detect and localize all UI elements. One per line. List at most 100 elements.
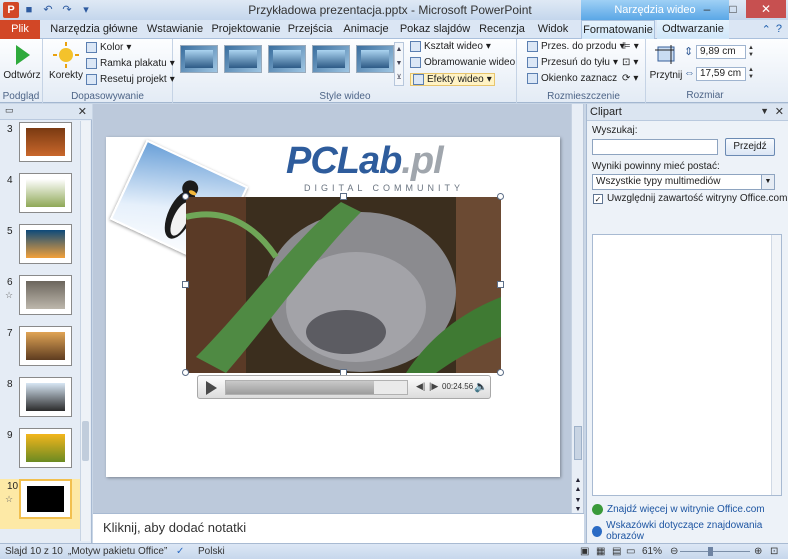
- resize-handle-ne[interactable]: [497, 193, 504, 200]
- zoom-in-icon[interactable]: ⊕: [754, 546, 762, 557]
- width-field[interactable]: 17,59 cm: [696, 67, 746, 81]
- theme-name[interactable]: „Motyw pakietu Office”: [68, 546, 167, 557]
- video-progress-bar[interactable]: [225, 380, 408, 395]
- hints-link[interactable]: Wskazówki dotyczące znajdowania obrazów: [592, 520, 788, 542]
- slide-scrollbar[interactable]: ▲ ▲ ▼ ▼: [571, 104, 583, 513]
- resize-handle-e[interactable]: [497, 281, 504, 288]
- minimize-button[interactable]: –: [694, 0, 720, 18]
- slide-scroll-thumb[interactable]: [574, 426, 582, 460]
- resize-handle-nw[interactable]: [182, 193, 189, 200]
- prev-slide-icon[interactable]: ▲ ▲: [573, 476, 583, 494]
- tab-home[interactable]: Narzędzia główne: [48, 20, 140, 39]
- language-indicator[interactable]: Polski: [198, 546, 225, 557]
- resize-handle-n[interactable]: [340, 193, 347, 200]
- undo-icon[interactable]: ↶: [41, 3, 55, 17]
- minimize-ribbon-icon[interactable]: ⌃: [762, 23, 771, 36]
- rotate-button[interactable]: ⟳ ▾: [622, 73, 638, 84]
- resize-handle-se[interactable]: [497, 369, 504, 376]
- tab-transitions[interactable]: Przejścia: [284, 20, 336, 39]
- play-button[interactable]: Odtwórz: [2, 42, 42, 81]
- zoom-slider[interactable]: [680, 551, 750, 552]
- chevron-down-icon: ▼: [761, 175, 774, 189]
- include-office-checkbox[interactable]: ✓: [593, 194, 603, 204]
- slide-thumbnail[interactable]: 6 ☆: [0, 275, 80, 325]
- slide-thumbnail[interactable]: 9: [0, 428, 80, 478]
- clipart-title: Clipart: [590, 106, 622, 118]
- slide-thumbnail[interactable]: 7: [0, 326, 80, 376]
- results-scrollbar[interactable]: [771, 235, 781, 495]
- video-style-5[interactable]: [356, 45, 394, 73]
- crop-button[interactable]: Przytnij: [648, 42, 684, 81]
- poster-frame-button[interactable]: Ramka plakatu ▾: [86, 58, 175, 69]
- reset-design-button[interactable]: Resetuj projekt ▾: [86, 74, 175, 85]
- save-icon[interactable]: ■: [22, 3, 36, 17]
- spellcheck-icon[interactable]: ✓: [176, 546, 184, 557]
- close-clipart-icon[interactable]: ✕: [775, 105, 784, 118]
- video-style-1[interactable]: [180, 45, 218, 73]
- tab-animations[interactable]: Animacje: [338, 20, 394, 39]
- reading-view-icon[interactable]: ▤: [612, 546, 621, 557]
- zoom-level[interactable]: 61%: [642, 546, 662, 557]
- video-style-4[interactable]: [312, 45, 350, 73]
- gallery-scroll[interactable]: ▲ ▼ ⊻: [394, 42, 404, 86]
- align-button[interactable]: ⊫ ▾: [622, 41, 639, 52]
- normal-view-icon[interactable]: ▣: [580, 546, 589, 557]
- maximize-button[interactable]: □: [720, 0, 746, 18]
- tab-view[interactable]: Widok: [530, 20, 576, 39]
- video-play-icon[interactable]: [206, 381, 217, 395]
- next-slide-icon[interactable]: ▼ ▼: [573, 496, 583, 514]
- slide-thumbnail[interactable]: 4: [0, 173, 80, 223]
- tab-review[interactable]: Recenzja: [476, 20, 528, 39]
- zoom-slider-thumb[interactable]: [708, 547, 713, 556]
- selection-pane-button[interactable]: Okienko zaznacz: [527, 73, 617, 84]
- video-style-3[interactable]: [268, 45, 306, 73]
- customize-qat-icon[interactable]: ▾: [79, 3, 93, 17]
- redo-icon[interactable]: ↷: [60, 3, 74, 17]
- slide-thumbnail[interactable]: 5: [0, 224, 80, 274]
- help-icon[interactable]: ?: [776, 23, 782, 36]
- video-border-button[interactable]: Obramowanie wideo: [410, 57, 515, 68]
- width-spinner[interactable]: ▲ ▼: [747, 67, 755, 81]
- step-forward-icon[interactable]: |▶: [429, 381, 438, 392]
- send-backward-button[interactable]: Przesuń do tyłu ▾: [527, 57, 618, 68]
- tab-playback[interactable]: Odtwarzanie: [657, 20, 729, 39]
- find-more-link[interactable]: Znajdź więcej w witrynie Office.com: [592, 504, 765, 515]
- volume-icon[interactable]: 🔈: [474, 380, 488, 393]
- slides-scrollbar[interactable]: [80, 121, 90, 541]
- video-object[interactable]: [186, 197, 501, 373]
- slide-thumbnail[interactable]: 3: [0, 122, 80, 172]
- slide-thumbnail[interactable]: 10 ☆: [0, 479, 80, 529]
- go-button[interactable]: Przejdź: [725, 138, 775, 156]
- close-slides-pane-icon[interactable]: ✕: [78, 105, 87, 118]
- slideshow-view-icon[interactable]: ▭: [626, 546, 635, 557]
- corrections-button[interactable]: Korekty: [46, 42, 86, 81]
- step-back-icon[interactable]: ◀|: [416, 381, 425, 392]
- slides-tab-icon[interactable]: ▭: [5, 105, 14, 116]
- search-input[interactable]: [592, 139, 718, 155]
- resize-handle-w[interactable]: [182, 281, 189, 288]
- tab-design[interactable]: Projektowanie: [210, 20, 282, 39]
- close-button[interactable]: ✕: [746, 0, 786, 18]
- video-shape-button[interactable]: Kształt wideo ▾: [410, 41, 491, 52]
- zoom-out-icon[interactable]: ⊖: [670, 546, 678, 557]
- tab-slideshow[interactable]: Pokaz slajdów: [396, 20, 474, 39]
- media-type-select[interactable]: Wszystkie typy multimediów ▼: [592, 174, 775, 190]
- slide-thumbnail[interactable]: 8: [0, 377, 80, 427]
- resize-handle-sw[interactable]: [182, 369, 189, 376]
- bring-forward-button[interactable]: Przes. do przodu ▾: [527, 41, 625, 52]
- sorter-view-icon[interactable]: ▦: [596, 546, 605, 557]
- tab-format[interactable]: Formatowanie: [581, 20, 655, 40]
- height-spinner[interactable]: ▲ ▼: [747, 45, 755, 59]
- slide-canvas[interactable]: PCLab.pl DIGITAL COMMUNITY ◀| |▶ 00:24.5…: [106, 137, 560, 477]
- group-objects-button[interactable]: ⊡ ▾: [622, 57, 638, 68]
- tab-insert[interactable]: Wstawianie: [142, 20, 208, 39]
- powerpoint-app-icon[interactable]: P: [3, 2, 19, 18]
- video-effects-button[interactable]: Efekty wideo ▾: [410, 73, 495, 86]
- height-field[interactable]: 9,89 cm: [696, 45, 746, 59]
- notes-pane[interactable]: Kliknij, aby dodać notatki: [93, 513, 584, 543]
- video-style-2[interactable]: [224, 45, 262, 73]
- fit-to-window-icon[interactable]: ⊡: [770, 546, 778, 557]
- pane-options-icon[interactable]: ▼: [760, 106, 769, 116]
- color-button[interactable]: Kolor ▾: [86, 42, 131, 53]
- tab-file[interactable]: Plik: [0, 20, 40, 39]
